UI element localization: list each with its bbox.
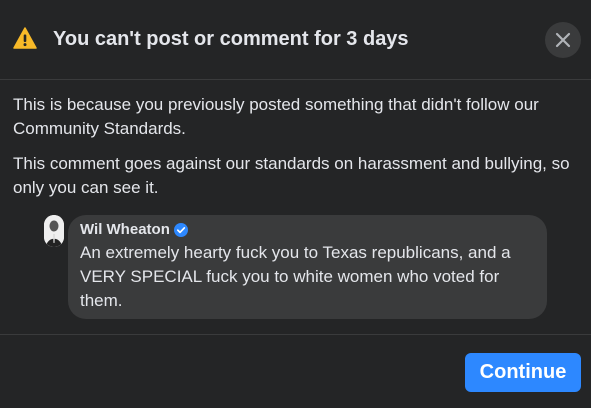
dialog-header: You can't post or comment for 3 days (0, 0, 591, 80)
avatar (44, 215, 64, 247)
dialog-title: You can't post or comment for 3 days (53, 28, 409, 50)
comment-text: An extremely hearty fuck you to Texas re… (80, 243, 511, 310)
verified-badge-icon (173, 222, 188, 237)
continue-button[interactable]: Continue (465, 353, 581, 392)
violation-explanation-text: This comment goes against our standards … (13, 154, 570, 197)
close-icon (555, 32, 571, 48)
restriction-reason-text: This is because you previously posted so… (13, 95, 539, 138)
comment-author[interactable]: Wil Wheaton (80, 221, 188, 238)
close-button[interactable] (545, 22, 581, 58)
warning-icon (13, 27, 37, 49)
profile-photo-icon (44, 215, 64, 247)
author-name[interactable]: Wil Wheaton (80, 221, 170, 238)
dialog-footer: Continue (0, 334, 591, 408)
comment-bubble: Wil Wheaton An extremely hearty fuck you… (68, 215, 547, 319)
